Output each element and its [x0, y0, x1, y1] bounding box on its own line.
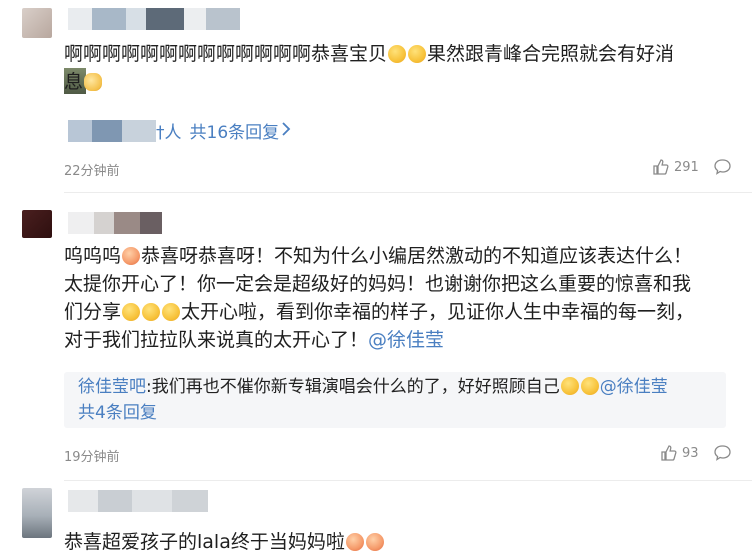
kiss-emoji-icon [345, 533, 364, 551]
sad-emoji-icon [122, 303, 141, 321]
reply-summary[interactable]: †人 共16条回复 [68, 118, 291, 143]
thumbs-up-icon [660, 444, 678, 462]
comment-2: 呜呜呜 恭喜呀恭喜呀！不知为什么小编居然激动的不知道应该表达什么！ 太提你开心了！… [0, 196, 752, 486]
username-redacted[interactable] [68, 212, 162, 234]
like-count: 93 [682, 445, 699, 461]
comment-text: 啊啊啊啊啊啊啊啊啊啊啊啊啊恭喜宝贝 果然跟青峰合完照就会有好消 息 [64, 43, 675, 94]
like-button[interactable]: 291 [652, 158, 699, 176]
sad-emoji-icon [162, 303, 181, 321]
thumbs-up-icon [652, 158, 670, 176]
sad-emoji-icon [142, 303, 161, 321]
comment-bubble-icon [714, 444, 732, 462]
username-redacted[interactable] [68, 8, 240, 30]
comment-text: 恭喜超爱孩子的lala终于当妈妈啦 [64, 528, 724, 556]
timestamp: 22分钟前 [64, 164, 120, 179]
reply-count-link[interactable]: 共4条回复 [78, 400, 712, 426]
mention-link[interactable]: @徐佳莹 [368, 329, 444, 351]
comment-text: 呜呜呜 恭喜呀恭喜呀！不知为什么小编居然激动的不知道应该表达什么！ 太提你开心了！… [64, 245, 695, 351]
timestamp: 19分钟前 [64, 450, 120, 465]
username-redacted[interactable] [68, 490, 208, 512]
divider [64, 480, 752, 481]
reply-preview: 徐佳莹吧:我们再也不催你新专辑演唱会什么的了，好好照顾自己 @徐佳莹 共4条回复 [64, 372, 726, 428]
comment-3: 恭喜超爱孩子的lala终于当妈妈啦 [0, 484, 752, 560]
like-count: 291 [674, 159, 699, 175]
reply-author-link[interactable]: 徐佳莹吧 [78, 377, 146, 397]
mention-link[interactable]: @徐佳莹 [600, 377, 668, 397]
comment-button[interactable] [714, 158, 732, 176]
avatar[interactable] [22, 210, 52, 238]
avatar[interactable] [22, 488, 52, 538]
cat-emoji-icon [84, 73, 103, 91]
like-button[interactable]: 93 [660, 444, 699, 462]
smile-emoji-icon [388, 45, 407, 63]
grin-emoji-icon [580, 377, 599, 395]
grin-emoji-icon [560, 377, 579, 395]
comment-bubble-icon [714, 158, 732, 176]
chevron-right-icon [281, 121, 291, 141]
kiss-emoji-icon [365, 533, 384, 551]
crying-emoji-icon [122, 247, 141, 265]
comment-button[interactable] [714, 444, 732, 462]
reply-count-link[interactable]: 共16条回复 [190, 118, 280, 143]
divider [64, 192, 752, 193]
smile-emoji-icon [408, 45, 427, 63]
comment-1: 啊啊啊啊啊啊啊啊啊啊啊啊啊恭喜宝贝 果然跟青峰合完照就会有好消 息 †人 共16条… [0, 0, 752, 190]
avatar[interactable] [22, 8, 52, 38]
